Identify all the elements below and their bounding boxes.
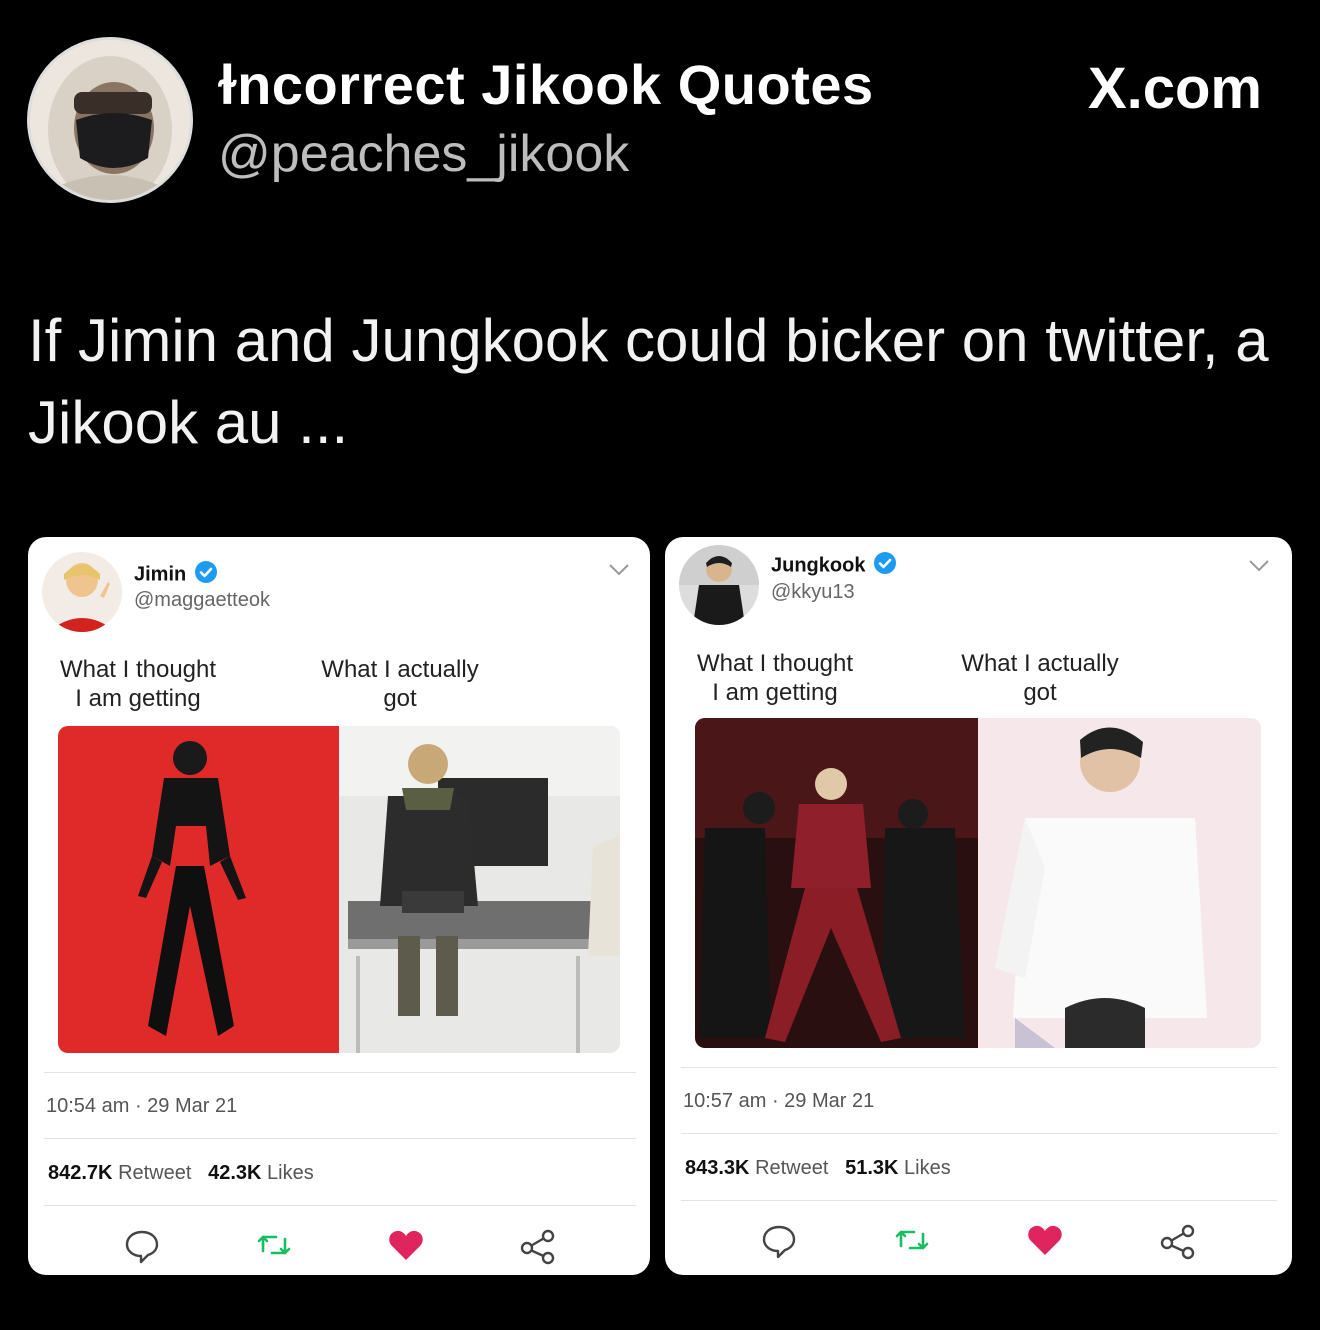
author-avatar[interactable] (27, 37, 193, 203)
tweet-author-name[interactable]: Jungkook (771, 551, 897, 581)
author-name-text: Jungkook (771, 554, 866, 577)
tweet-timestamp[interactable]: 10:54 am · 29 Mar 21 (46, 1095, 237, 1118)
x-com-watermark: X.com (1087, 56, 1262, 121)
tweet-timestamp[interactable]: 10:57 am · 29 Mar 21 (683, 1090, 874, 1113)
embedded-tweet-card-jimin[interactable]: Jimin @maggaetteok What I thought I am g… (28, 537, 650, 1275)
meme-image[interactable] (695, 718, 1261, 1048)
chevron-down-icon[interactable] (608, 563, 630, 582)
post-header: ɫncorrect Jikook Quotes @peaches_jikook … (0, 0, 1320, 240)
tweet-author-name[interactable]: Jimin (134, 560, 218, 590)
divider (44, 1205, 636, 1206)
like-count[interactable]: 42.3K (208, 1162, 261, 1184)
caption-left-line-2: I am getting (712, 679, 838, 706)
divider (681, 1067, 1277, 1068)
meme-image[interactable] (58, 726, 620, 1053)
share-icon[interactable] (518, 1225, 558, 1265)
retweet-count[interactable]: 842.7K (48, 1162, 113, 1184)
caption-right: What I actually got (960, 649, 1120, 707)
chevron-down-icon[interactable] (1248, 559, 1270, 578)
reply-icon[interactable] (759, 1220, 799, 1260)
divider (681, 1133, 1277, 1134)
retweet-icon[interactable] (892, 1220, 932, 1260)
caption-right: What I actually got (320, 655, 480, 713)
share-icon[interactable] (1158, 1220, 1198, 1260)
author-handle[interactable]: @peaches_jikook (218, 124, 629, 184)
caption-left: What I thought I am getting (695, 649, 855, 707)
tweet-stats: 842.7K Retweet 42.3K Likes (48, 1162, 314, 1185)
heart-icon[interactable] (1025, 1220, 1065, 1260)
likes-label[interactable]: Likes (904, 1157, 951, 1179)
like-count[interactable]: 51.3K (845, 1157, 898, 1179)
caption-right-line-2: got (1023, 679, 1057, 706)
avatar[interactable] (42, 552, 122, 632)
post-text: If Jimin and Jungkook could bicker on tw… (28, 307, 1269, 456)
divider (681, 1200, 1277, 1201)
caption-right-line-2: got (383, 685, 417, 712)
verified-badge-icon (873, 551, 897, 581)
retweet-icon[interactable] (254, 1225, 294, 1265)
divider (44, 1072, 636, 1073)
tweet-stats: 843.3K Retweet 51.3K Likes (685, 1157, 951, 1180)
tweet-author-handle[interactable]: @kkyu13 (771, 581, 855, 604)
divider (44, 1138, 636, 1139)
caption-left-line-1: What I thought (59, 656, 217, 683)
tweet-author-handle[interactable]: @maggaetteok (134, 589, 270, 612)
caption-left-line-1: What I thought (696, 650, 854, 677)
heart-icon[interactable] (386, 1225, 426, 1265)
avatar[interactable] (679, 545, 759, 625)
caption-right-line-1: What I actually (321, 656, 479, 683)
caption-right-line-1: What I actually (961, 650, 1119, 677)
retweet-label[interactable]: Retweet (755, 1157, 828, 1179)
author-display-name[interactable]: ɫncorrect Jikook Quotes (218, 52, 874, 117)
reply-icon[interactable] (122, 1225, 162, 1265)
caption-left-line-2: I am getting (75, 685, 201, 712)
caption-left: What I thought I am getting (58, 655, 218, 713)
embedded-tweet-card-jungkook[interactable]: Jungkook @kkyu13 What I thought I am get… (665, 537, 1292, 1275)
verified-badge-icon (194, 560, 218, 590)
likes-label[interactable]: Likes (267, 1162, 314, 1184)
author-name-text: Jimin (134, 563, 187, 586)
retweet-label[interactable]: Retweet (118, 1162, 191, 1184)
retweet-count[interactable]: 843.3K (685, 1157, 750, 1179)
